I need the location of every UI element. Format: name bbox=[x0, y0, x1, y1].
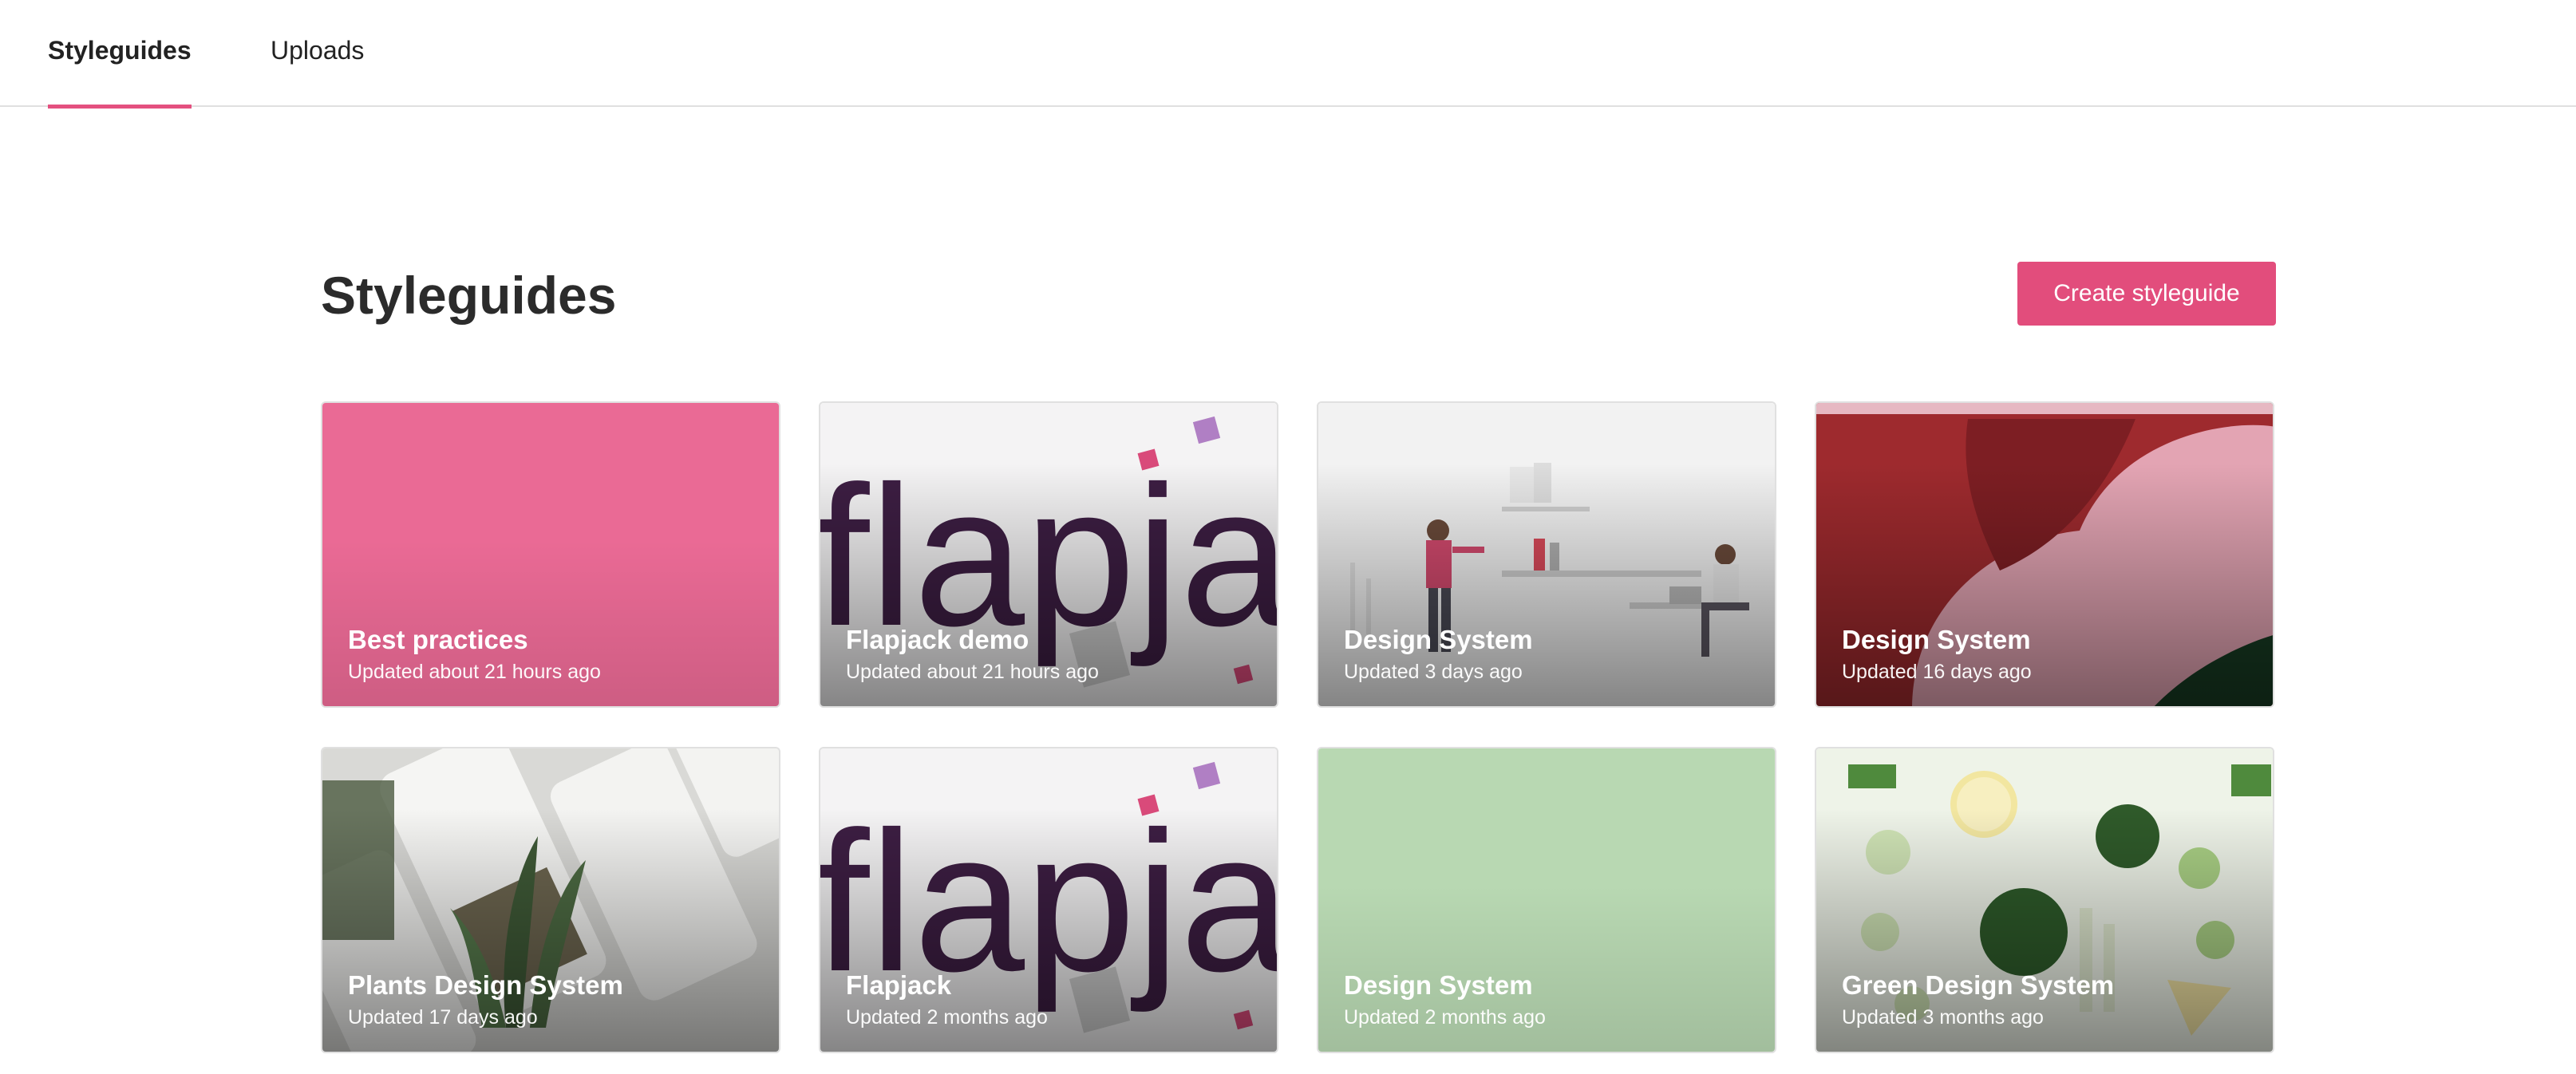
card-title: Green Design System bbox=[1842, 970, 2115, 1000]
styleguide-card[interactable]: Plants Design System Updated 17 days ago bbox=[321, 747, 780, 1053]
styleguide-card[interactable]: Design System Updated 16 days ago bbox=[1815, 401, 2274, 708]
card-updated: Updated 2 months ago bbox=[1344, 1006, 1546, 1029]
styleguide-card[interactable]: Green Design System Updated 3 months ago bbox=[1815, 747, 2274, 1053]
styleguide-card[interactable]: Design System Updated 2 months ago bbox=[1317, 747, 1776, 1053]
tab-uploads[interactable]: Uploads bbox=[271, 0, 364, 107]
card-updated: Updated 2 months ago bbox=[846, 1006, 1048, 1029]
card-title: Design System bbox=[1344, 625, 1533, 654]
card-title: Flapjack bbox=[846, 970, 952, 1000]
tab-styleguides[interactable]: Styleguides bbox=[48, 0, 192, 109]
card-title: Flapjack demo bbox=[846, 625, 1029, 654]
card-updated: Updated 17 days ago bbox=[348, 1006, 538, 1029]
page-title: Styleguides bbox=[321, 266, 617, 325]
tab-uploads-label: Uploads bbox=[271, 36, 365, 65]
card-updated: Updated 3 days ago bbox=[1344, 661, 1523, 683]
card-updated: Updated about 21 hours ago bbox=[846, 661, 1099, 683]
create-styleguide-button[interactable]: Create styleguide bbox=[2017, 262, 2276, 326]
top-navigation: Styleguides Uploads bbox=[0, 0, 2576, 109]
card-title: Design System bbox=[1344, 970, 1533, 1000]
styleguide-card[interactable]: flapjack Flapjack Updated 2 months ago bbox=[819, 747, 1278, 1053]
active-tab-indicator bbox=[48, 105, 192, 109]
styleguide-card[interactable]: flapjack Flapjack demo Updated about 21 … bbox=[819, 401, 1278, 708]
styleguide-card[interactable]: Design System Updated 3 days ago bbox=[1317, 401, 1776, 708]
card-title: Best practices bbox=[348, 625, 528, 654]
card-updated: Updated 16 days ago bbox=[1842, 661, 2032, 683]
card-updated: Updated about 21 hours ago bbox=[348, 661, 601, 683]
card-title: Design System bbox=[1842, 625, 2031, 654]
card-title: Plants Design System bbox=[348, 970, 623, 1000]
card-updated: Updated 3 months ago bbox=[1842, 1006, 2044, 1029]
tab-styleguides-label: Styleguides bbox=[48, 36, 192, 65]
styleguide-card[interactable]: Best practices Updated about 21 hours ag… bbox=[321, 401, 780, 708]
